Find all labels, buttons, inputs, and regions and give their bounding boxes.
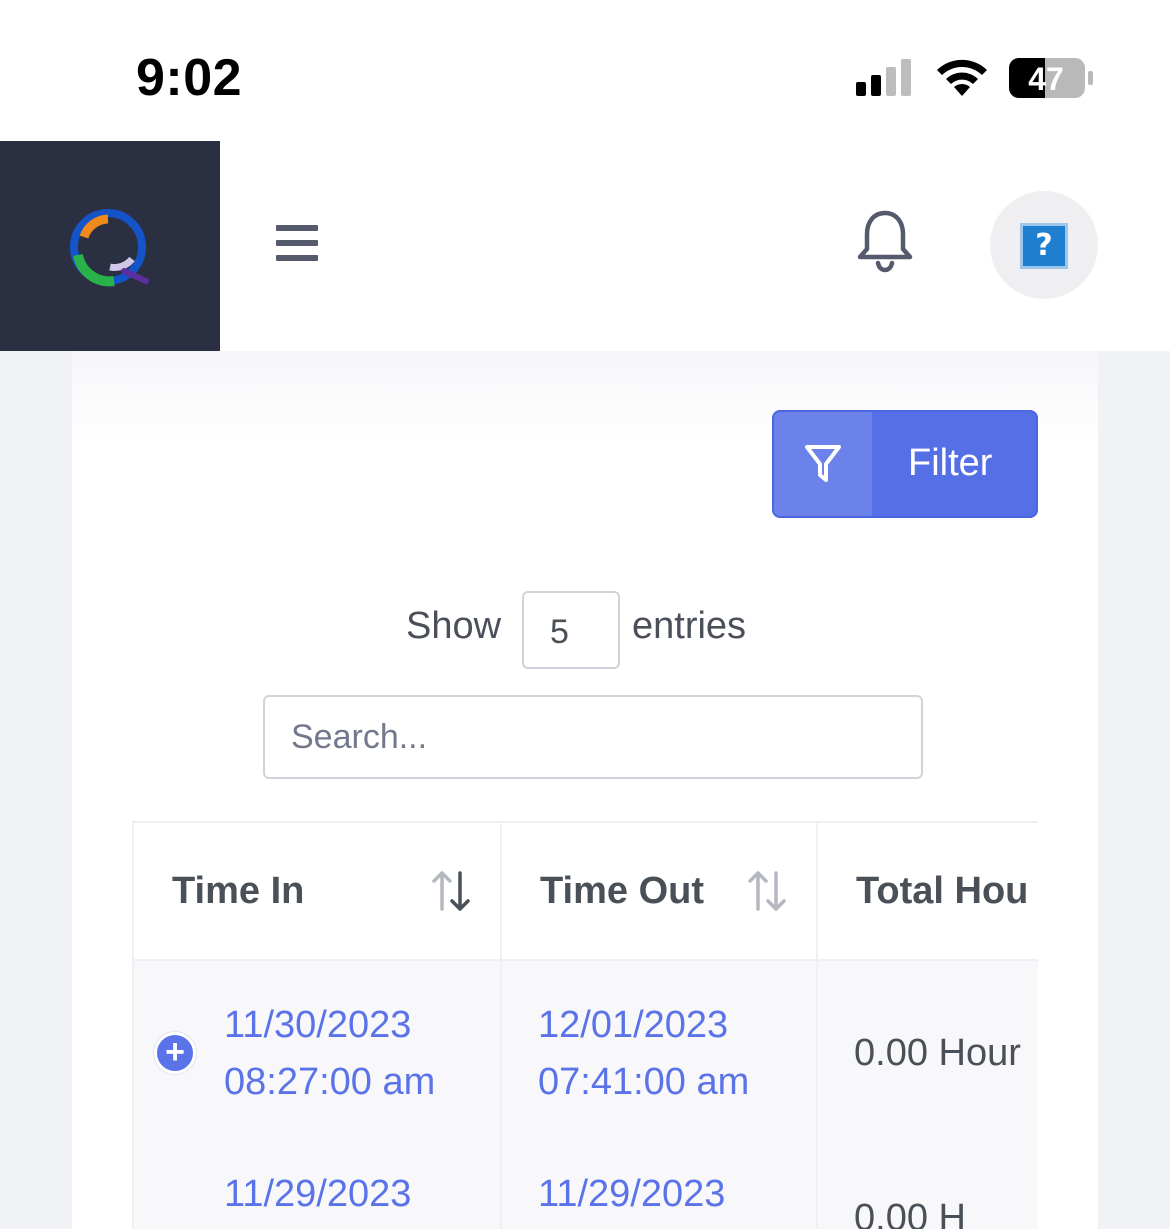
time-in-date-link[interactable]: 11/30/2023 (224, 997, 500, 1054)
column-header-total-hours[interactable]: Total Hou (816, 821, 1038, 961)
status-time: 9:02 (136, 49, 243, 107)
entries-per-page-select[interactable]: 5 (522, 591, 620, 669)
search-input[interactable] (263, 695, 923, 779)
filter-button-label: Filter (908, 442, 993, 484)
cellular-signal-icon (856, 59, 911, 96)
time-out-cell: 12/01/2023 07:41:00 am (500, 960, 818, 1146)
time-out-cell: 11/29/2023 (500, 1146, 818, 1229)
table-row: + 11/29/2023 11/29/2023 0.00 H (132, 1146, 1038, 1229)
total-hours-cell: 0.00 H (816, 1146, 1038, 1229)
total-hours-cell: 0.00 Hour (816, 960, 1038, 1146)
time-in-cell: + 11/29/2023 (132, 1146, 502, 1229)
app-header: ? (0, 141, 1170, 351)
column-header-label: Time In (172, 869, 305, 912)
column-header-label: Total Hou (856, 869, 1029, 912)
expand-row-plus-icon[interactable]: + (154, 1032, 196, 1074)
sort-icon[interactable] (746, 869, 788, 913)
column-header-time-out[interactable]: Time Out (500, 821, 818, 961)
time-out-time-link[interactable]: 07:41:00 am (538, 1054, 816, 1111)
menu-toggle-icon[interactable] (272, 221, 322, 267)
time-out-date-link[interactable]: 12/01/2023 (538, 997, 816, 1054)
filter-button[interactable]: Filter (772, 410, 1038, 518)
timesheet-card: Filter Show 5 entries Time In (72, 351, 1098, 1229)
wifi-icon (937, 59, 987, 96)
entries-label: entries (632, 605, 747, 647)
show-label: Show (406, 605, 502, 647)
app-logo-icon (70, 209, 149, 287)
battery-level: 47 (1028, 61, 1064, 97)
notification-bell-icon[interactable] (854, 207, 916, 273)
battery-icon: 47 (1009, 58, 1093, 98)
avatar-placeholder-icon: ? (1020, 223, 1068, 269)
user-avatar[interactable]: ? (990, 191, 1098, 299)
timesheet-table-container[interactable]: Time In Time Out Total Hou + 11/30/2023 … (132, 821, 1038, 1229)
time-out-date-link[interactable]: 11/29/2023 (538, 1166, 816, 1223)
status-bar: 9:02 47 (0, 0, 1170, 141)
timesheet-table: Time In Time Out Total Hou + 11/30/2023 … (132, 821, 1038, 1229)
sort-icon[interactable] (430, 869, 472, 913)
logo-block[interactable] (0, 141, 220, 351)
column-header-time-in[interactable]: Time In (132, 821, 502, 961)
table-row: + 11/30/2023 08:27:00 am 12/01/2023 07:4… (132, 960, 1038, 1146)
time-in-time-link[interactable]: 08:27:00 am (224, 1054, 500, 1111)
time-in-cell: + 11/30/2023 08:27:00 am (132, 960, 502, 1146)
time-in-date-link[interactable]: 11/29/2023 (224, 1166, 500, 1223)
filter-funnel-icon (805, 445, 841, 482)
column-header-label: Time Out (540, 869, 704, 912)
